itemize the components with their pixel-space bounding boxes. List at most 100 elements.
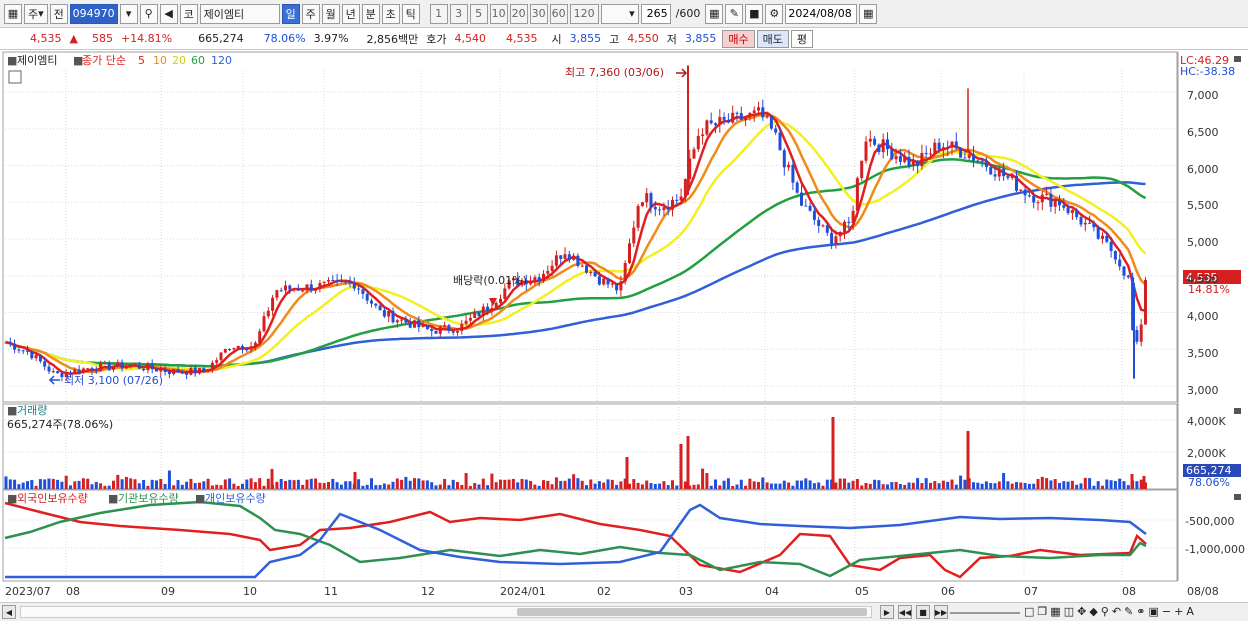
interval-10[interactable]: 10 — [489, 3, 508, 24]
sell-button[interactable]: 매도 — [756, 29, 789, 48]
rect-icon[interactable]: □ — [1024, 605, 1034, 618]
volume-bar — [4, 476, 8, 489]
volume-bar — [43, 479, 47, 489]
zoom-slider[interactable] — [950, 612, 1020, 614]
candle-body — [744, 117, 748, 121]
link-icon[interactable]: ⚭ — [1136, 605, 1145, 618]
interval-120[interactable]: 120 — [569, 3, 599, 24]
candle-body — [400, 319, 404, 321]
inst-legend[interactable]: 기관보유수량 — [118, 492, 179, 505]
foreign-legend[interactable]: 외국인보유수량 — [17, 492, 88, 505]
volume-bar — [554, 477, 558, 489]
volume-bar — [812, 483, 816, 489]
interval-30[interactable]: 30 — [529, 3, 548, 24]
period-week[interactable]: 주 — [301, 3, 320, 24]
scroll-left-icon[interactable]: ◀ — [2, 605, 16, 619]
volume-bar — [172, 485, 176, 489]
draw-icon[interactable]: ✎ — [725, 3, 744, 24]
ma5-label[interactable]: 5 — [138, 54, 145, 67]
chart-scrollbar[interactable]: ◀ ▶ ◀◀ ■ ▶▶ □ ❐ ▦ ◫ ✥ ◆ ⚲ ↶ ✎ ⚭ ▣ − + A — [0, 602, 1248, 621]
candle-body — [903, 156, 907, 162]
volume-tag-pct: 78.06% — [1188, 476, 1230, 489]
interval-5[interactable]: 5 — [469, 3, 488, 24]
candle-body — [460, 323, 464, 331]
rewind-icon[interactable]: ◀◀ — [898, 605, 912, 619]
tag-icon[interactable]: ◆ — [1089, 605, 1097, 618]
scroll-track[interactable] — [20, 606, 872, 618]
period-day[interactable]: 일 — [281, 3, 300, 24]
ma-label[interactable]: 종가 단순 — [82, 54, 126, 67]
copy-icon[interactable]: ❐ — [1037, 605, 1047, 618]
compare-icon[interactable]: ▦ — [705, 3, 724, 24]
ma120-label[interactable]: 120 — [211, 54, 232, 67]
volume-bar — [430, 482, 434, 489]
volume-bar — [1079, 483, 1083, 489]
volume-bar — [946, 481, 950, 489]
market-select[interactable]: 주 ▾ — [24, 3, 48, 24]
ma20-label[interactable]: 20 — [172, 54, 186, 67]
turnover-rate: 3.97% — [313, 32, 349, 45]
interval-60[interactable]: 60 — [549, 3, 568, 24]
volume-bar — [709, 485, 713, 489]
play-icon[interactable]: ▶ — [880, 605, 894, 619]
volume-title[interactable]: 거래량 — [17, 404, 47, 417]
gear-icon[interactable]: ⚙ — [765, 3, 784, 24]
date-input[interactable] — [785, 3, 858, 24]
ma60-label[interactable]: 60 — [191, 54, 205, 67]
auto-icon[interactable]: A — [1186, 605, 1194, 618]
calendar-icon[interactable]: ▦ — [859, 3, 878, 24]
grid-icon[interactable]: ▦ — [1050, 605, 1060, 618]
image-icon[interactable]: ▣ — [1149, 605, 1159, 618]
stock-name-field[interactable]: 제이엠티 — [199, 3, 280, 24]
candle-body — [232, 348, 236, 350]
indiv-legend[interactable]: 개인보유수량 — [205, 492, 266, 505]
crosshair-icon[interactable]: ✥ — [1077, 605, 1086, 618]
price-panel-name[interactable]: 제이엠티 — [17, 54, 57, 67]
volume-bar — [124, 476, 128, 489]
volume-bar — [1040, 476, 1044, 489]
period-month[interactable]: 월 — [321, 3, 340, 24]
stock-code-input[interactable] — [69, 3, 118, 24]
period-minute[interactable]: 분 — [361, 3, 380, 24]
menu-icon[interactable]: ▦ — [4, 3, 22, 24]
candle-body — [748, 113, 752, 118]
pen-icon[interactable]: ✎ — [1124, 605, 1133, 618]
candle-body — [206, 370, 210, 372]
stock-chart[interactable]: ■ 제이엠티 ■ 종가 단순 5 10 20 60 120 LC:46.29 H… — [0, 50, 1248, 602]
volume-spike-8 — [353, 472, 357, 489]
prev-button[interactable]: 전 — [49, 3, 68, 24]
eval-button[interactable]: 평 — [790, 29, 814, 48]
forward-icon[interactable]: ▶▶ — [934, 605, 948, 619]
interval-1[interactable]: 1 — [429, 3, 448, 24]
zoom-out-icon[interactable]: − — [1162, 605, 1171, 618]
save-icon[interactable]: ■ — [745, 3, 764, 24]
scroll-thumb[interactable] — [517, 608, 867, 616]
split-icon[interactable]: ◫ — [1064, 605, 1074, 618]
search-icon[interactable]: ⚲ — [139, 3, 158, 24]
ma10-label[interactable]: 10 — [153, 54, 167, 67]
interval-select[interactable]: ▾ — [600, 3, 639, 24]
candle-body — [34, 355, 38, 359]
candle-body — [391, 311, 395, 323]
period-tick[interactable]: 틱 — [401, 3, 420, 24]
count-input[interactable] — [640, 3, 671, 24]
zoom-icon[interactable]: ⚲ — [1101, 605, 1109, 618]
interval-3[interactable]: 3 — [449, 3, 468, 24]
candle-body — [116, 362, 120, 367]
period-year[interactable]: 년 — [341, 3, 360, 24]
volume-bar — [529, 480, 533, 489]
candle-body — [636, 205, 640, 228]
stop-icon[interactable]: ■ — [916, 605, 930, 619]
volume-bar — [533, 484, 537, 489]
interval-20[interactable]: 20 — [509, 3, 528, 24]
chevron-down-icon[interactable]: ▾ — [119, 3, 138, 24]
period-second[interactable]: 초 — [381, 3, 400, 24]
zoom-in-icon[interactable]: + — [1174, 605, 1183, 618]
kospi-button[interactable]: 코 — [179, 3, 198, 24]
speaker-icon[interactable]: ◀ — [159, 3, 178, 24]
grid-toggle-icon[interactable] — [8, 70, 22, 84]
volume-bar — [382, 483, 386, 489]
undo-icon[interactable]: ↶ — [1112, 605, 1121, 618]
buy-button[interactable]: 매수 — [722, 29, 755, 48]
candle-body — [800, 192, 803, 206]
